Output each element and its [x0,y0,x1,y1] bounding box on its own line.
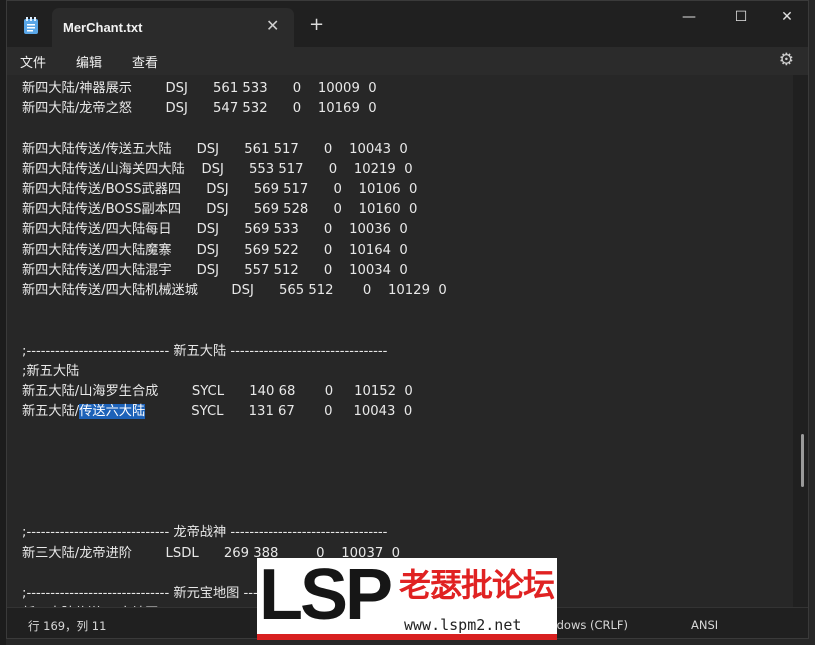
watermark-url: www.lspm2.net [404,616,522,634]
text-line[interactable]: 新四大陆传送/四大陆机械迷城 DSJ 565 512 0 10129 0 [22,279,447,299]
tab-merchant-txt[interactable]: MerChant.txt ✕ [52,8,294,47]
text-line[interactable]: 新四大陆传送/四大陆每日 DSJ 569 533 0 10036 0 [22,218,408,238]
close-window-button[interactable]: ✕ [767,5,807,29]
selected-line-suffix: SYCL 131 67 0 10043 0 [145,404,413,420]
text-line[interactable]: 新四大陆传送/传送五大陆 DSJ 561 517 0 10043 0 [22,138,408,158]
text-line[interactable]: 新四大陆/神器展示 DSJ 561 533 0 10009 0 [22,77,377,97]
encoding[interactable]: ANSI [691,618,718,632]
text-line[interactable]: 新四大陆传送/四大陆魔寨 DSJ 569 522 0 10164 0 [22,239,408,259]
settings-gear-icon[interactable]: ⚙ [779,50,794,70]
text-line[interactable]: 新四大陆传送/四大陆混宇 DSJ 557 512 0 10034 0 [22,259,408,279]
menu-file[interactable]: 文件 [20,52,46,71]
watermark-logo: LSP 老瑟批论坛 www.lspm2.net [257,558,557,640]
cursor-position: 行 169，列 11 [28,619,107,633]
maximize-button[interactable]: ☐ [721,5,761,29]
close-tab-icon[interactable]: ✕ [266,16,279,35]
watermark-red-bar [257,634,557,640]
text-selection[interactable]: 传送六大陆 [79,404,146,420]
text-line[interactable]: ;新五大陆 [22,360,79,380]
menu-view[interactable]: 查看 [132,52,158,71]
text-line[interactable]: ;------------------------------ 龙帝战神 ---… [22,521,387,541]
menu-edit[interactable]: 编辑 [76,52,102,71]
menu-bar: 文件 编辑 查看 ⚙ [7,47,808,75]
watermark-lsp: LSP [259,558,393,635]
title-bar: MerChant.txt ✕ + — ☐ ✕ [7,1,808,47]
vertical-scrollbar[interactable] [801,434,804,487]
notepad-icon [24,17,38,34]
selected-line-prefix: 新五大陆/ [22,404,80,420]
text-line[interactable]: 新四大陆传送/BOSS武器四 DSJ 569 517 0 10106 0 [22,178,417,198]
text-line[interactable]: 新四大陆传送/山海关四大陆 DSJ 553 517 0 10219 0 [22,158,413,178]
text-line[interactable]: 新五大陆/山海罗生合成 SYCL 140 68 0 10152 0 [22,380,413,400]
watermark-forum-name: 老瑟批论坛 [399,566,555,604]
tab-title: MerChant.txt [63,20,143,35]
text-line[interactable]: 新四大陆/龙帝之怒 DSJ 547 532 0 10169 0 [22,97,377,117]
text-editor[interactable]: 新四大陆/神器展示 DSJ 561 533 0 10009 0 新四大陆/龙帝之怒… [7,75,793,607]
text-line-selected[interactable]: 新五大陆/传送六大陆 SYCL 131 67 0 10043 0 [22,400,412,420]
new-tab-button[interactable]: + [309,14,324,35]
minimize-button[interactable]: — [669,5,709,29]
notepad-window: MerChant.txt ✕ + — ☐ ✕ 文件 编辑 查看 ⚙ 新四大陆/神… [6,0,809,639]
text-line[interactable]: 新四大陆传送/BOSS副本四 DSJ 569 528 0 10160 0 [22,198,417,218]
text-line[interactable]: ;------------------------------ 新五大陆 ---… [22,340,387,360]
